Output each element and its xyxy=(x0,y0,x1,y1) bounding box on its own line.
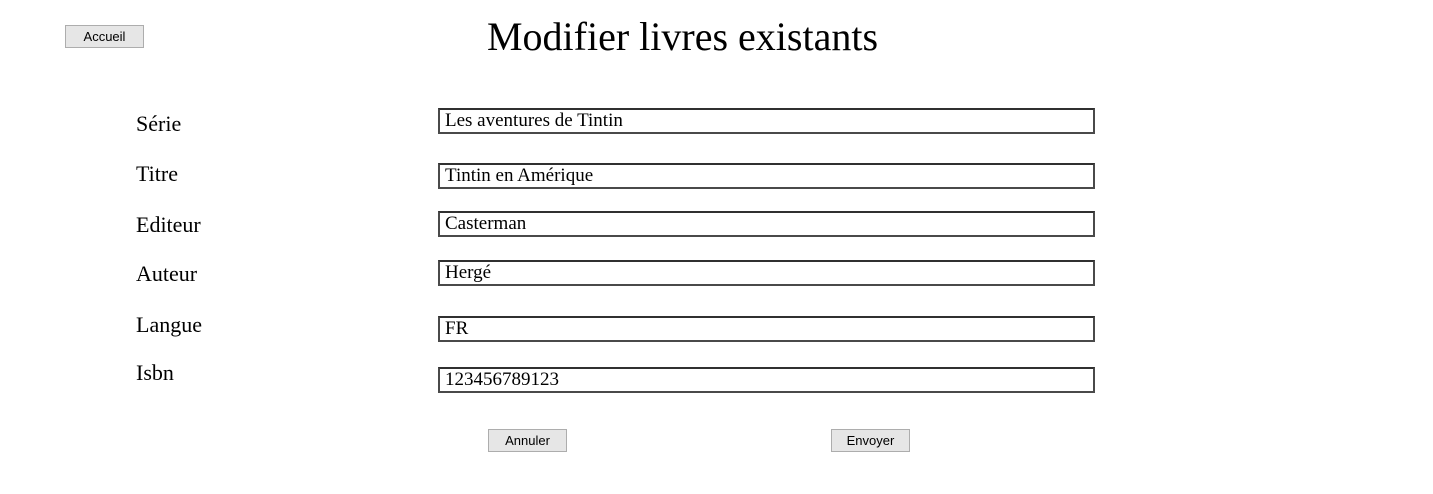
langue-input[interactable] xyxy=(438,316,1095,342)
submit-button[interactable]: Envoyer xyxy=(831,429,910,452)
titre-label: Titre xyxy=(136,161,178,186)
cancel-button[interactable]: Annuler xyxy=(488,429,567,452)
titre-input[interactable] xyxy=(438,163,1095,189)
editeur-input[interactable] xyxy=(438,211,1095,237)
editeur-label: Editeur xyxy=(136,212,201,237)
auteur-label: Auteur xyxy=(136,261,198,286)
serie-label: Série xyxy=(136,111,182,136)
serie-input[interactable] xyxy=(438,108,1095,134)
langue-label: Langue xyxy=(136,312,202,337)
isbn-label: Isbn xyxy=(136,360,174,385)
auteur-input[interactable] xyxy=(438,260,1095,286)
isbn-input[interactable] xyxy=(438,367,1095,393)
page-title: Modifier livres existants xyxy=(486,14,879,59)
